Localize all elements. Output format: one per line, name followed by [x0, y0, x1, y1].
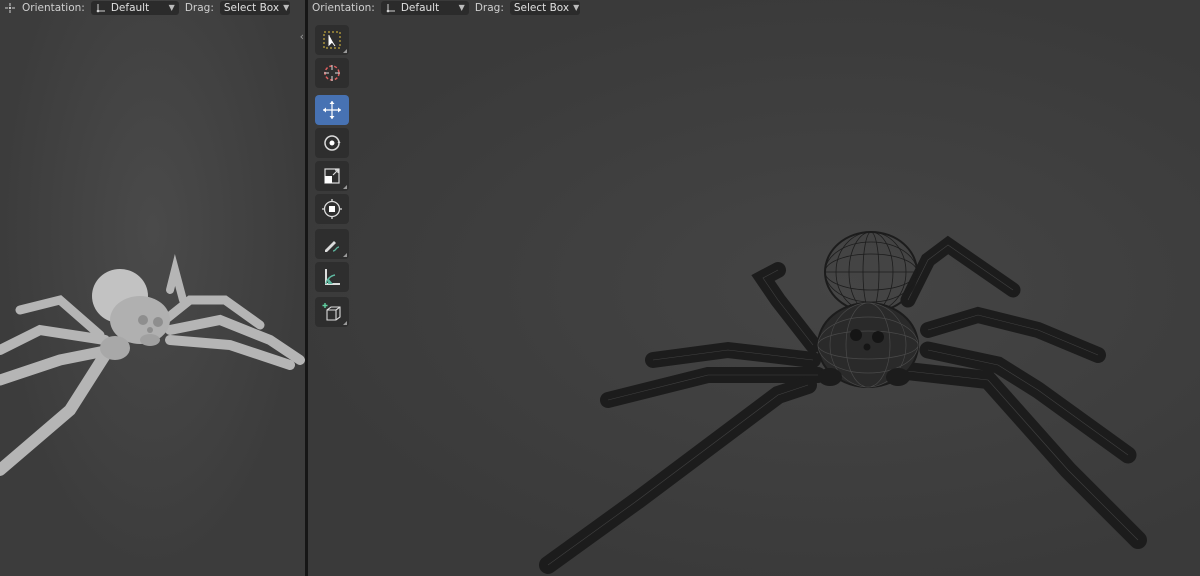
spider-solid-model	[0, 254, 305, 476]
spider-wireframe-model	[539, 231, 1147, 574]
right-viewport[interactable]: Orientation: Default ▼ Drag: Select Box …	[308, 0, 1200, 576]
left-viewport[interactable]: Orientation: Default ▼ Drag: Select Box …	[0, 0, 305, 576]
